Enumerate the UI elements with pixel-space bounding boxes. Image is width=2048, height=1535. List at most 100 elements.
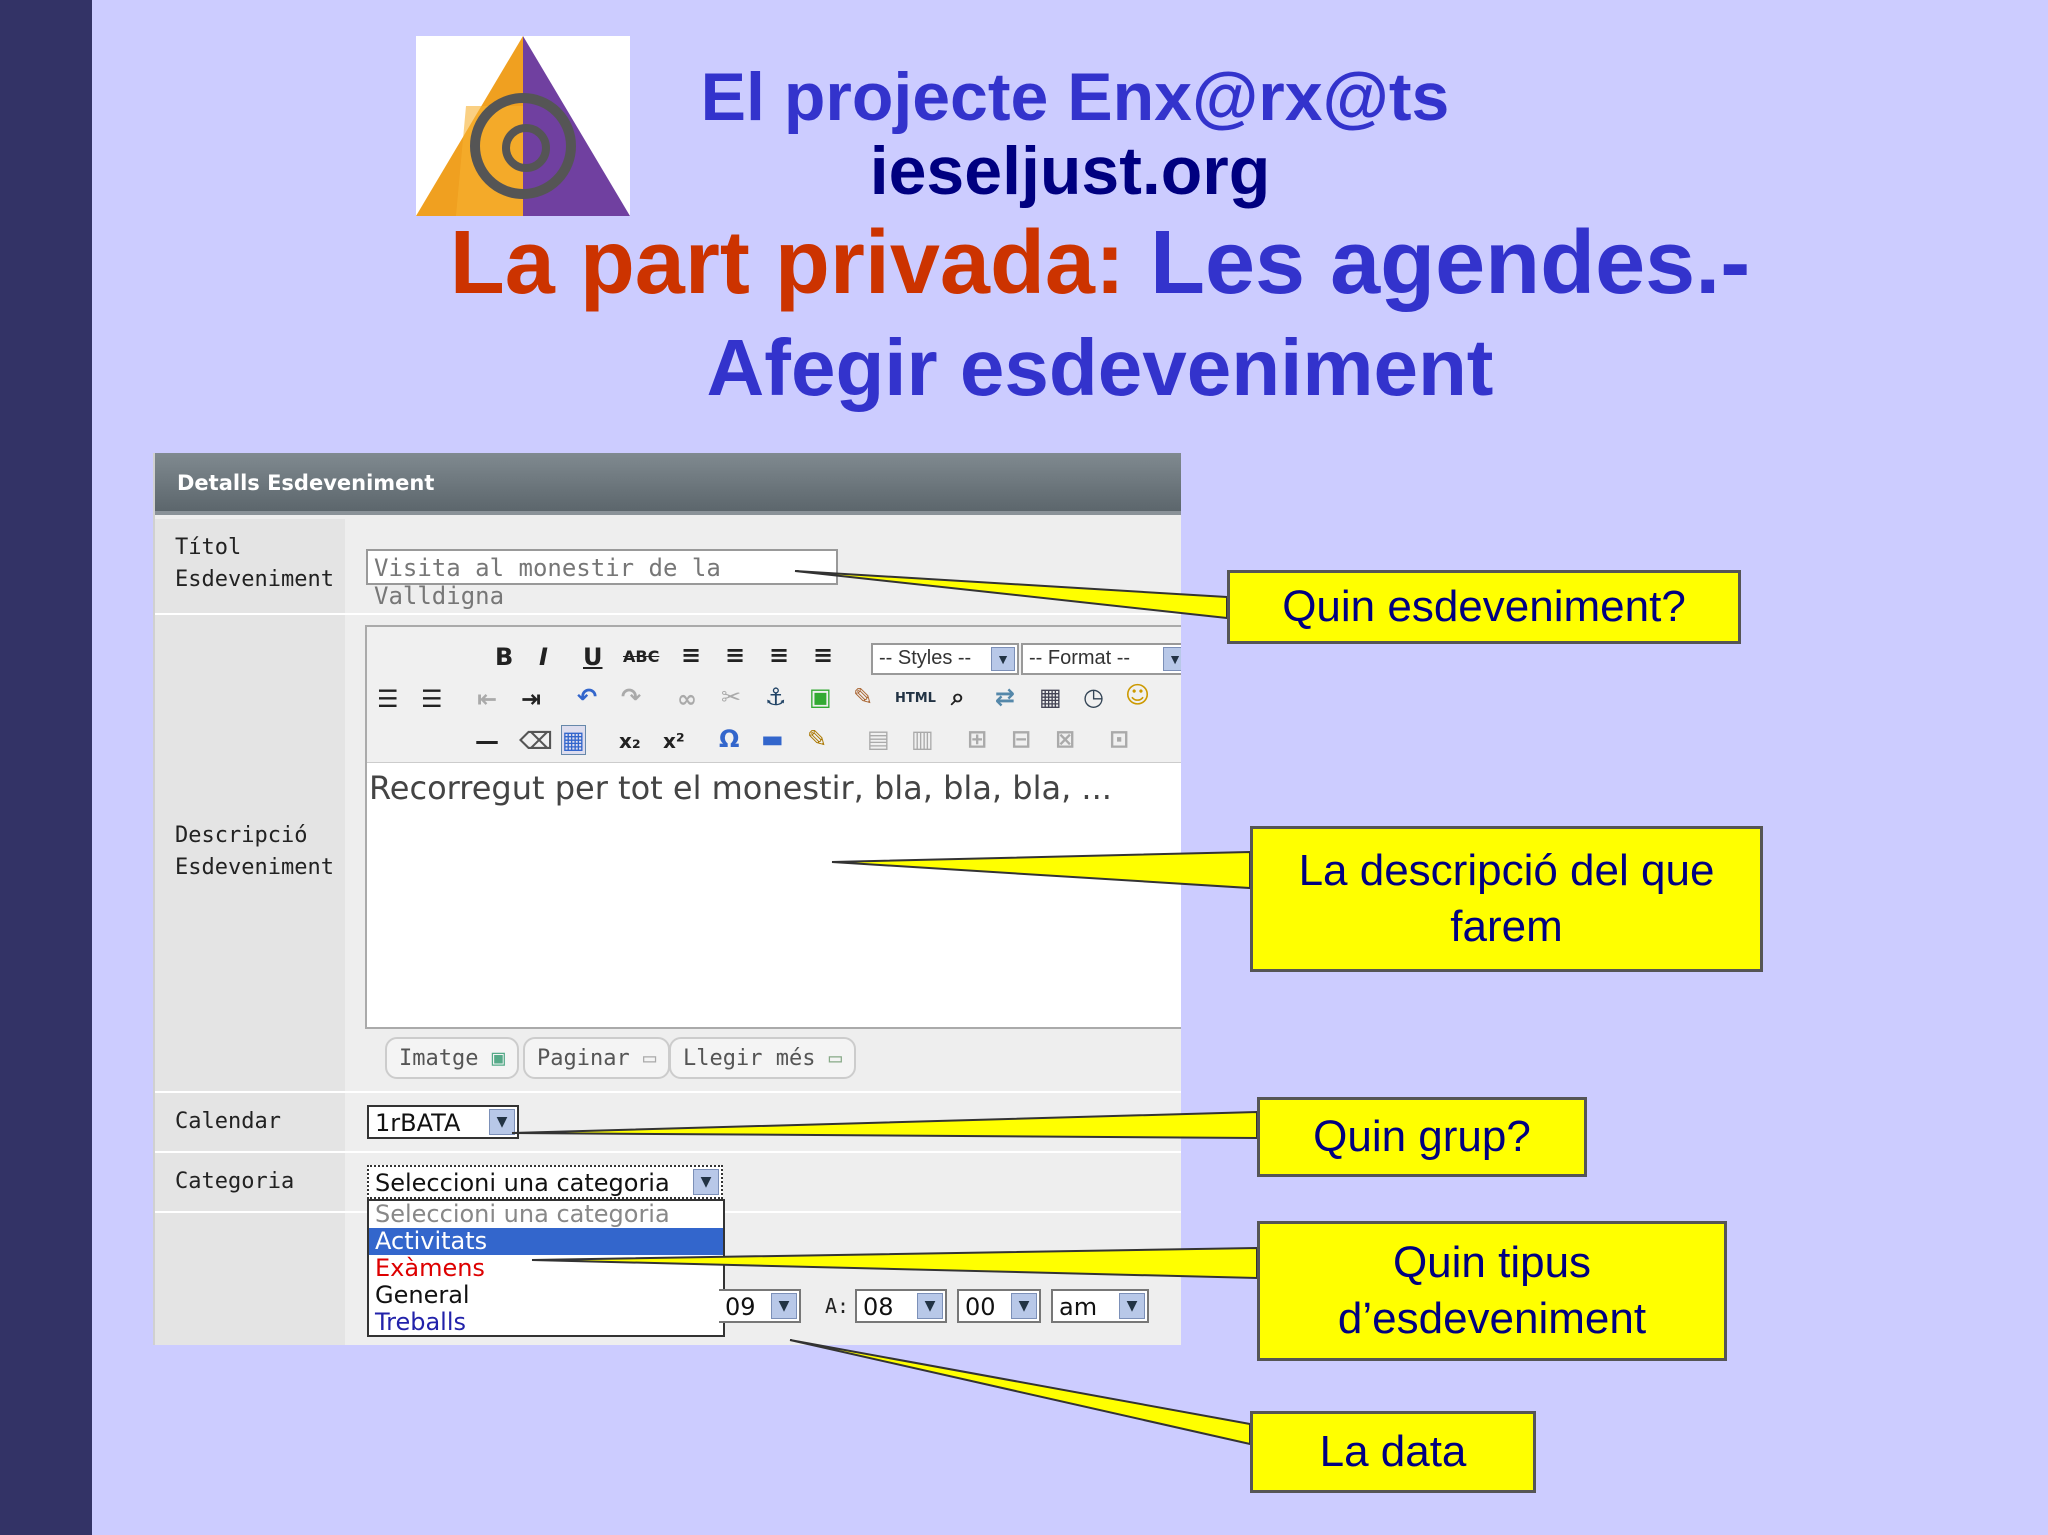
time-hour-value: 08 bbox=[863, 1293, 894, 1321]
align-center-icon[interactable]: ≡ bbox=[725, 641, 745, 669]
link-icon[interactable]: ∞ bbox=[677, 685, 697, 713]
chevron-down-icon: ▼ bbox=[489, 1109, 515, 1135]
slide-subtitle: Afegir esdeveniment bbox=[706, 323, 1494, 412]
time-minute-select[interactable]: 00 ▼ bbox=[957, 1289, 1041, 1323]
insert-time-icon[interactable]: ◷ bbox=[1083, 683, 1104, 711]
table-row-icon[interactable]: ▤ bbox=[867, 725, 890, 753]
time-hour-select[interactable]: 08 ▼ bbox=[855, 1289, 947, 1323]
split-cell-icon[interactable]: ⊠ bbox=[1055, 725, 1075, 753]
eraser-icon[interactable]: ⌫ bbox=[519, 727, 553, 755]
chevron-down-icon: ▼ bbox=[693, 1169, 719, 1195]
date-day-value: 09 bbox=[725, 1293, 756, 1321]
slide-title-line2: ieseljust.org bbox=[869, 133, 1271, 209]
row-divider bbox=[155, 1151, 1181, 1153]
readmore-button[interactable]: Llegir més ▭ bbox=[669, 1037, 856, 1079]
pointer-date bbox=[789, 1339, 1251, 1446]
merge-cell-icon[interactable]: ⊡ bbox=[1109, 725, 1129, 753]
image-icon[interactable]: ▣ bbox=[809, 683, 832, 711]
bold-button[interactable]: B bbox=[495, 643, 513, 671]
pagebreak-button[interactable]: Paginar ▭ bbox=[523, 1037, 671, 1079]
slide-title-blue: Les agendes.- bbox=[1149, 213, 1751, 313]
title-label-1: Títol bbox=[175, 535, 242, 560]
slide-title-line3: La part privada: Les agendes.- bbox=[160, 212, 2040, 315]
pagebreak-button-label: Paginar bbox=[537, 1046, 630, 1071]
media-icon[interactable]: ▬ bbox=[761, 725, 784, 753]
callout-group: Quin grup? bbox=[1257, 1097, 1587, 1177]
outdent-icon[interactable]: ⇤ bbox=[477, 685, 497, 713]
row-divider bbox=[155, 613, 1181, 615]
category-option[interactable]: Treballs bbox=[369, 1309, 723, 1336]
numbered-list-icon[interactable]: ☰ bbox=[421, 685, 443, 713]
editor-toolbar: B I U ABC ≡ ≡ ≡ ≡ -- Styles -- ▼ -- Form… bbox=[367, 627, 1181, 763]
anchor-icon[interactable]: ⚓ bbox=[765, 683, 787, 711]
callout-event: Quin esdeveniment? bbox=[1227, 570, 1741, 644]
align-right-icon[interactable]: ≡ bbox=[769, 641, 789, 669]
calendar-select[interactable]: 1rBATA ▼ bbox=[367, 1105, 519, 1139]
subscript-button[interactable]: x₂ bbox=[619, 729, 641, 753]
slide-sidebar bbox=[0, 0, 92, 1535]
find-icon[interactable]: ⌕ bbox=[951, 683, 964, 711]
align-left-icon[interactable]: ≡ bbox=[681, 641, 701, 669]
undo-icon[interactable]: ↶ bbox=[577, 683, 597, 711]
horizontal-rule-icon[interactable]: — bbox=[475, 727, 499, 755]
callout-type: Quin tipus d’esdeveniment bbox=[1257, 1221, 1727, 1361]
event-title-input[interactable]: Visita al monestir de la Valldigna bbox=[366, 549, 838, 610]
callout-type-line1: Quin tipus bbox=[1392, 1238, 1592, 1287]
event-details-panel: Detalls Esdeveniment Títol Esdeveniment … bbox=[153, 453, 1181, 1345]
callout-date: La data bbox=[1250, 1411, 1536, 1493]
time-ampm-select[interactable]: am ▼ bbox=[1051, 1289, 1149, 1323]
superscript-button[interactable]: x² bbox=[663, 729, 685, 753]
category-option-selected[interactable]: Activitats bbox=[369, 1228, 723, 1255]
styles-select[interactable]: -- Styles -- ▼ bbox=[871, 643, 1019, 675]
chevron-down-icon: ▼ bbox=[1011, 1293, 1037, 1319]
replace-icon[interactable]: ⇄ bbox=[995, 683, 1015, 711]
category-option[interactable]: General bbox=[369, 1282, 723, 1309]
italic-button[interactable]: I bbox=[539, 643, 548, 671]
strikethrough-button[interactable]: ABC bbox=[623, 647, 659, 666]
format-select[interactable]: -- Format -- ▼ bbox=[1021, 643, 1181, 675]
html-source-button[interactable]: HTML bbox=[895, 691, 936, 706]
insert-date-icon[interactable]: ▦ bbox=[1039, 683, 1062, 711]
bullet-list-icon[interactable]: ☰ bbox=[377, 685, 399, 713]
underline-button[interactable]: U bbox=[583, 643, 603, 671]
desc-label-2: Esdeveniment bbox=[175, 855, 334, 880]
special-char-button[interactable]: Ω bbox=[719, 725, 739, 753]
picture-icon: ▣ bbox=[491, 1046, 505, 1071]
align-justify-icon[interactable]: ≡ bbox=[813, 641, 833, 669]
unlink-icon[interactable]: ✂ bbox=[721, 683, 741, 711]
pagebreak-icon: ▭ bbox=[642, 1046, 657, 1071]
time-label: A: bbox=[825, 1294, 850, 1318]
description-text: Recorregut per tot el monestir, bla, bla… bbox=[369, 769, 1112, 807]
image-button[interactable]: Imatge ▣ bbox=[385, 1037, 519, 1079]
styles-select-label: -- Styles -- bbox=[879, 647, 972, 669]
insert-row-icon[interactable]: ⊞ bbox=[967, 725, 987, 753]
table-icon[interactable]: ▦ bbox=[561, 725, 586, 755]
description-editor[interactable]: B I U ABC ≡ ≡ ≡ ≡ -- Styles -- ▼ -- Form… bbox=[365, 625, 1181, 1029]
slide-title-line1: El projecte Enx@rx@ts bbox=[700, 59, 1450, 135]
indent-icon[interactable]: ⇥ bbox=[521, 685, 541, 713]
image-button-label: Imatge bbox=[399, 1046, 479, 1071]
readmore-button-label: Llegir més bbox=[683, 1046, 816, 1071]
category-option[interactable]: Exàmens bbox=[369, 1255, 723, 1282]
readmore-icon: ▭ bbox=[828, 1046, 842, 1071]
panel-header: Detalls Esdeveniment bbox=[155, 453, 1181, 515]
edit-icon[interactable]: ✎ bbox=[807, 725, 827, 753]
callout-description-line2: farem bbox=[1450, 902, 1563, 951]
callout-description: La descripció del que farem bbox=[1250, 826, 1763, 972]
desc-label-1: Descripció bbox=[175, 823, 308, 848]
label-column bbox=[155, 519, 345, 1345]
table-col-icon[interactable]: ▥ bbox=[911, 725, 934, 753]
callout-description-line1: La descripció del que bbox=[1298, 846, 1715, 895]
chevron-down-icon: ▼ bbox=[771, 1293, 797, 1319]
category-select-value: Seleccioni una categoria bbox=[375, 1169, 670, 1197]
emoticon-icon[interactable]: ☺ bbox=[1125, 681, 1150, 709]
redo-icon[interactable]: ↷ bbox=[621, 683, 641, 711]
category-label: Categoria bbox=[175, 1169, 295, 1194]
time-minute-value: 00 bbox=[965, 1293, 996, 1321]
category-dropdown[interactable]: Seleccioni una categoria Activitats Exàm… bbox=[367, 1199, 725, 1337]
category-option[interactable]: Seleccioni una categoria bbox=[369, 1201, 723, 1228]
category-select[interactable]: Seleccioni una categoria ▼ bbox=[367, 1165, 723, 1199]
cleanup-icon[interactable]: ✎ bbox=[853, 683, 873, 711]
date-day-select[interactable]: 09 ▼ bbox=[719, 1289, 801, 1323]
delete-row-icon[interactable]: ⊟ bbox=[1011, 725, 1031, 753]
